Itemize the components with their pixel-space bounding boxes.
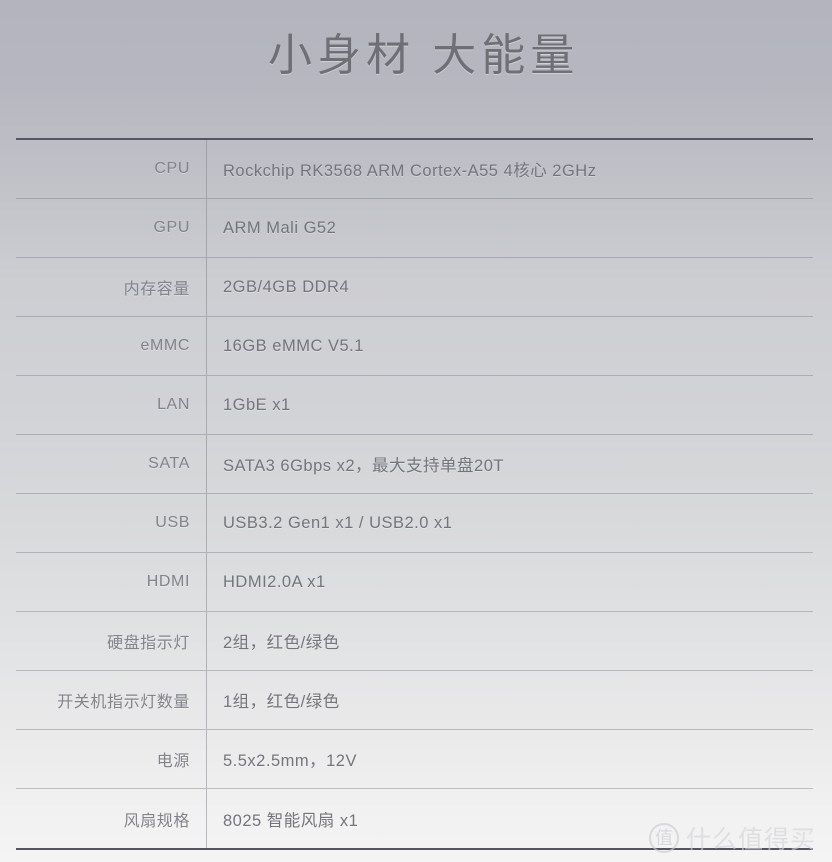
- table-row: LAN 1GbE x1: [16, 376, 813, 435]
- table-row: 硬盘指示灯 2组，红色/绿色: [16, 612, 813, 671]
- spec-value: HDMI2.0A x1: [223, 572, 326, 591]
- product-spec-page: 小身材 大能量 CPU Rockchip RK3568 ARM Cortex-A5…: [0, 0, 832, 862]
- spec-value: 2组，红色/绿色: [223, 634, 340, 652]
- spec-value: 1GbE x1: [223, 395, 291, 414]
- spec-label: CPU: [154, 160, 190, 177]
- table-row: 内存容量 2GB/4GB DDR4: [16, 258, 813, 317]
- spec-label: eMMC: [140, 337, 190, 354]
- page-title-container: 小身材 大能量: [0, 0, 832, 110]
- spec-value: Rockchip RK3568 ARM Cortex-A55 4核心 2GHz: [223, 162, 597, 180]
- spec-value: 16GB eMMC V5.1: [223, 336, 364, 355]
- table-row: CPU Rockchip RK3568 ARM Cortex-A55 4核心 2G…: [16, 140, 813, 199]
- spec-value: SATA3 6Gbps x2，最大支持单盘20T: [223, 457, 504, 475]
- table-row: 风扇规格 8025 智能风扇 x1: [16, 789, 813, 848]
- spec-label: 硬盘指示灯: [106, 635, 190, 652]
- table-row: 开关机指示灯数量 1组，红色/绿色: [16, 671, 813, 730]
- table-row: eMMC 16GB eMMC V5.1: [16, 317, 813, 376]
- table-row: GPU ARM Mali G52: [16, 199, 813, 258]
- spec-label: HDMI: [146, 573, 190, 590]
- table-row: 电源 5.5x2.5mm，12V: [16, 730, 813, 789]
- table-row: HDMI HDMI2.0A x1: [16, 553, 813, 612]
- spec-label: LAN: [157, 396, 190, 413]
- spec-label: GPU: [153, 219, 190, 236]
- spec-value: 2GB/4GB DDR4: [223, 277, 350, 296]
- page-title: 小身材 大能量: [268, 30, 580, 80]
- spec-value: 1组，红色/绿色: [223, 693, 340, 711]
- spec-label: SATA: [148, 455, 190, 472]
- table-row: SATA SATA3 6Gbps x2，最大支持单盘20T: [16, 435, 813, 494]
- spec-value: 5.5x2.5mm，12V: [223, 752, 357, 770]
- spec-value: ARM Mali G52: [223, 218, 337, 237]
- specification-table: CPU Rockchip RK3568 ARM Cortex-A55 4核心 2G…: [16, 138, 813, 850]
- spec-label: 内存容量: [123, 281, 190, 298]
- spec-label: 开关机指示灯数量: [57, 694, 190, 711]
- spec-value: USB3.2 Gen1 x1 / USB2.0 x1: [223, 513, 453, 532]
- spec-label: USB: [155, 514, 190, 531]
- spec-label: 电源: [156, 753, 190, 770]
- spec-value: 8025 智能风扇 x1: [223, 811, 359, 830]
- table-row: USB USB3.2 Gen1 x1 / USB2.0 x1: [16, 494, 813, 553]
- spec-label: 风扇规格: [123, 812, 190, 830]
